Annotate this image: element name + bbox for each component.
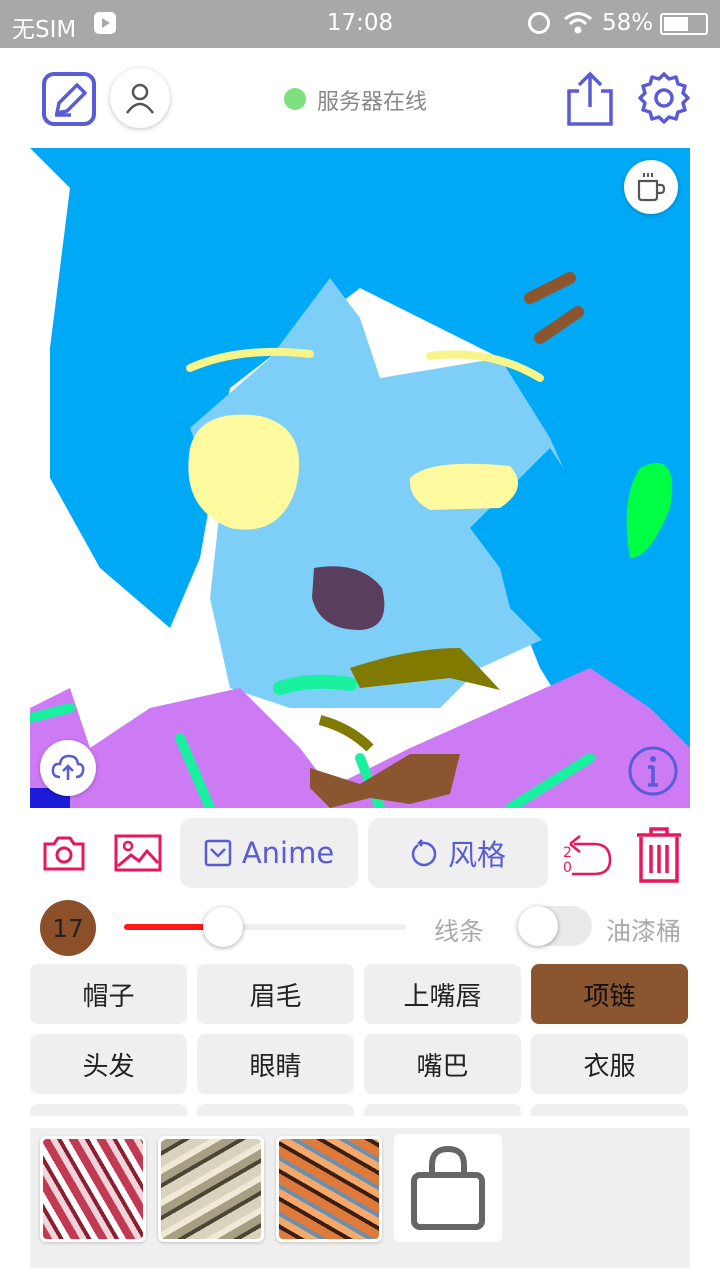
- tool-row: Anime 风格 20: [0, 818, 720, 890]
- paint-bucket-label: 油漆桶: [606, 917, 682, 946]
- coffee-icon: [637, 173, 666, 202]
- status-bar: 无SIM 17:08 58%: [0, 0, 720, 48]
- info-button[interactable]: [626, 744, 680, 798]
- part-row3-item[interactable]: [197, 1104, 354, 1116]
- coffee-button[interactable]: [624, 160, 678, 214]
- battery-percent: 58%: [602, 10, 654, 36]
- user-icon: [125, 83, 155, 114]
- server-status-dot: [284, 88, 306, 110]
- edit-button[interactable]: [40, 70, 98, 128]
- toggle-knob: [518, 906, 558, 946]
- anime-label: Anime: [241, 836, 335, 870]
- style-shop-button[interactable]: [394, 1134, 502, 1242]
- undo-count: 20: [563, 845, 572, 876]
- style-swatch: [161, 1139, 261, 1239]
- part-selector: 帽子 眉毛 上嘴唇 项链 头发 眼睛 嘴巴 衣服: [30, 964, 690, 1116]
- alarm-icon: [528, 12, 550, 34]
- part-mouth[interactable]: 嘴巴: [364, 1034, 521, 1094]
- line-mode-label: 线条: [434, 917, 485, 946]
- camera-button[interactable]: [40, 832, 88, 874]
- style-picker: [30, 1128, 690, 1268]
- user-button[interactable]: [110, 68, 170, 128]
- style-label: 风格: [447, 838, 506, 872]
- style-thumb-1[interactable]: [40, 1136, 146, 1242]
- image-icon: [114, 834, 162, 872]
- header: 服务器在线: [0, 48, 720, 148]
- part-row3-item[interactable]: [531, 1104, 688, 1116]
- edit-icon: [42, 72, 96, 126]
- check-box-icon: [204, 839, 232, 867]
- part-eyebrows[interactable]: 眉毛: [197, 964, 354, 1024]
- gallery-button[interactable]: [112, 832, 164, 874]
- part-necklace[interactable]: 项链: [531, 964, 688, 1024]
- rotate-icon: [411, 839, 437, 867]
- settings-button[interactable]: [636, 70, 692, 126]
- part-row3-item[interactable]: [30, 1104, 187, 1116]
- paint-bucket-toggle[interactable]: [518, 906, 592, 946]
- battery-icon: [660, 13, 708, 35]
- part-hair[interactable]: 头发: [30, 1034, 187, 1094]
- style-thumb-3[interactable]: [276, 1136, 382, 1242]
- cloud-upload-button[interactable]: [40, 740, 96, 796]
- part-eyes[interactable]: 眼睛: [197, 1034, 354, 1094]
- wifi-icon: [564, 12, 592, 34]
- part-clothes[interactable]: 衣服: [531, 1034, 688, 1094]
- drawing-canvas[interactable]: [30, 148, 690, 808]
- style-swatch: [43, 1139, 143, 1239]
- undo-button[interactable]: 20: [560, 826, 616, 882]
- camera-icon: [43, 836, 85, 871]
- settings-icon: [638, 72, 690, 124]
- drawing-artwork: [30, 148, 690, 808]
- slider-thumb[interactable]: [202, 907, 243, 947]
- style-swatch: [279, 1139, 379, 1239]
- style-button[interactable]: 风格: [368, 818, 548, 888]
- part-row3-item[interactable]: [364, 1104, 521, 1116]
- anime-button[interactable]: Anime: [180, 818, 358, 888]
- share-icon: [567, 71, 613, 126]
- brush-size-badge: 17: [40, 900, 96, 956]
- share-button[interactable]: [564, 70, 616, 128]
- trash-icon: [637, 827, 681, 883]
- server-status-label: 服务器在线: [317, 90, 428, 115]
- part-hat[interactable]: 帽子: [30, 964, 187, 1024]
- shopping-bag-icon: [411, 1145, 485, 1230]
- delete-button[interactable]: [632, 824, 686, 886]
- part-upper-lip[interactable]: 上嘴唇: [364, 964, 521, 1024]
- info-icon: [628, 746, 678, 796]
- cloud-upload-icon: [51, 754, 85, 780]
- brush-size-slider[interactable]: [124, 907, 406, 947]
- style-thumb-2[interactable]: [158, 1136, 264, 1242]
